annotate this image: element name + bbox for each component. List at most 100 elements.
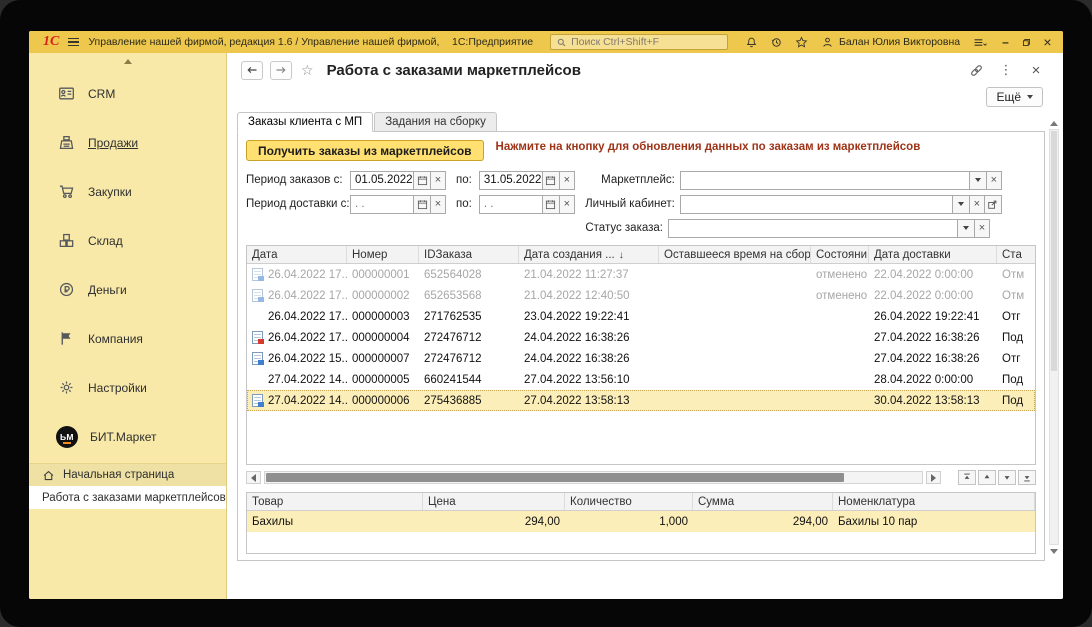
tab-client-orders[interactable]: Заказы клиента с МП [237, 112, 373, 132]
global-search-input[interactable]: Поиск Ctrl+Shift+F [550, 34, 728, 50]
user-name: Балан Юлия Викторовна [839, 36, 960, 48]
clear-icon[interactable] [431, 171, 446, 190]
column-header-order-id[interactable]: IDЗаказа [419, 246, 519, 263]
order-row[interactable]: 27.04.2022 14...00000000566024154427.04.… [247, 369, 1035, 390]
clear-icon[interactable] [431, 195, 446, 214]
minimize-button[interactable] [996, 34, 1015, 51]
dropdown-icon[interactable] [958, 219, 975, 238]
dropdown-icon[interactable] [953, 195, 970, 214]
sidebar-item-marketplace-orders[interactable]: Работа с заказами маркетплейсов [29, 486, 226, 509]
account-input[interactable] [680, 195, 953, 214]
order-row[interactable]: 26.04.2022 17...00000000327176253523.04.… [247, 306, 1035, 327]
clear-icon[interactable] [560, 195, 575, 214]
item-cell-sum: 294,00 [693, 516, 833, 528]
scroll-right-arrow[interactable] [926, 471, 941, 484]
document-icon [252, 331, 263, 344]
column-header-price[interactable]: Цена [423, 493, 565, 510]
calendar-icon[interactable] [543, 195, 560, 214]
horizontal-scrollbar-thumb[interactable] [266, 473, 844, 482]
sidebar-item-crm[interactable]: CRM [29, 69, 226, 118]
forward-button[interactable] [270, 61, 292, 80]
status-input[interactable] [668, 219, 958, 238]
column-header-remaining[interactable]: Оставшееся время на сборку [659, 246, 811, 263]
calendar-icon[interactable] [414, 171, 431, 190]
vertical-scrollbar-track[interactable] [1049, 129, 1059, 545]
vertical-scrollbar-thumb[interactable] [1051, 131, 1057, 371]
sidebar-item-home[interactable]: Начальная страница [29, 463, 226, 486]
marketplace-input[interactable] [680, 171, 970, 190]
column-header-nomenclature[interactable]: Номенклатура [833, 493, 1035, 510]
sidebar-item-money[interactable]: Деньги [29, 265, 226, 314]
order-row[interactable]: 26.04.2022 17...00000000427247671224.04.… [247, 327, 1035, 348]
main-menu-icon[interactable] [66, 35, 81, 50]
sidebar-item-label: Настройки [88, 381, 147, 395]
get-link-icon[interactable] [967, 61, 985, 79]
order-row[interactable]: 26.04.2022 17...00000000165256402821.04.… [247, 264, 1035, 285]
period-delivery-from-input[interactable]: . . [350, 195, 414, 214]
back-button[interactable] [241, 61, 263, 80]
sidebar-item-settings[interactable]: Настройки [29, 363, 226, 412]
history-icon[interactable] [767, 33, 785, 51]
column-header-product[interactable]: Товар [247, 493, 423, 510]
sidebar-collapse-arrow-icon[interactable] [29, 53, 226, 69]
period-orders-from-input[interactable]: 01.05.2022 [350, 171, 414, 190]
restore-button[interactable] [1017, 34, 1036, 51]
column-header-sum[interactable]: Сумма [693, 493, 833, 510]
sidebar-item-bit-market[interactable]: ЬМ БИТ.Маркет [29, 412, 226, 461]
order-row[interactable]: 27.04.2022 14...00000000627543688527.04.… [247, 390, 1035, 411]
order-cell-delivery: 30.04.2022 13:58:13 [869, 395, 997, 407]
item-row[interactable]: Бахилы294,001,000294,00Бахилы 10 пар [247, 511, 1035, 532]
clear-icon[interactable] [970, 195, 985, 214]
marketplace-field [680, 171, 1002, 190]
column-header-state[interactable]: Состояни... [811, 246, 869, 263]
horizontal-scrollbar-track[interactable] [264, 471, 923, 484]
go-to-first-button[interactable] [958, 470, 976, 485]
marketplace-filter: Маркетплейс: [575, 171, 1002, 190]
dropdown-icon[interactable] [970, 171, 987, 190]
period-orders-to-input[interactable]: 31.05.2022 [479, 171, 543, 190]
order-row[interactable]: 26.04.2022 15...00000000727247671224.04.… [247, 348, 1035, 369]
column-header-date[interactable]: Дата [247, 246, 347, 263]
scroll-down-arrow[interactable] [1048, 545, 1060, 557]
calendar-icon[interactable] [414, 195, 431, 214]
service-menu-icon[interactable] [971, 33, 989, 51]
filter-row-delivery-period: Период доставки с: . . по: [246, 193, 1036, 215]
status-filter: Статус заказа: [563, 219, 990, 238]
scroll-left-arrow[interactable] [246, 471, 261, 484]
favorites-star-icon[interactable] [792, 33, 810, 51]
order-cell-date: 26.04.2022 17... [247, 268, 347, 281]
fetch-orders-button[interactable]: Получить заказы из маркетплейсов [246, 140, 484, 161]
order-cell-text: 21.04.2022 12:40:50 [524, 290, 630, 302]
tab-assembly-tasks[interactable]: Задания на сборку [374, 112, 497, 132]
close-form-icon[interactable]: × [1027, 61, 1045, 79]
close-window-button[interactable] [1038, 34, 1057, 51]
sidebar-item-purchases[interactable]: Закупки [29, 167, 226, 216]
period-delivery-to-input[interactable]: . . [479, 195, 543, 214]
move-up-button[interactable] [978, 470, 996, 485]
column-header-quantity[interactable]: Количество [565, 493, 693, 510]
clear-icon[interactable] [975, 219, 990, 238]
user-menu[interactable]: Балан Юлия Викторовна [821, 36, 960, 49]
notifications-bell-icon[interactable] [742, 33, 760, 51]
items-table-header: Товар Цена Количество Сумма Номенклатура [247, 493, 1035, 511]
sidebar-item-warehouse[interactable]: Склад [29, 216, 226, 265]
move-down-button[interactable] [998, 470, 1016, 485]
column-header-status[interactable]: Ста [997, 246, 1035, 263]
clear-icon[interactable] [987, 171, 1002, 190]
clear-icon[interactable] [560, 171, 575, 190]
order-cell-date: 27.04.2022 14... [247, 373, 347, 386]
open-icon[interactable] [985, 195, 1002, 214]
sidebar-item-sales[interactable]: Продажи [29, 118, 226, 167]
sidebar-item-company[interactable]: Компания [29, 314, 226, 363]
calendar-icon[interactable] [543, 171, 560, 190]
column-header-delivery[interactable]: Дата доставки [869, 246, 997, 263]
horizontal-scrollbar-row [246, 470, 1036, 485]
column-header-created[interactable]: Дата создания ... [519, 246, 659, 263]
order-cell-order_id: 271762535 [419, 311, 519, 323]
go-to-last-button[interactable] [1018, 470, 1036, 485]
more-actions-kebab-icon[interactable]: ⋮ [997, 61, 1015, 79]
order-row[interactable]: 26.04.2022 17...00000000265265356821.04.… [247, 285, 1035, 306]
favorite-star-icon[interactable]: ☆ [301, 62, 314, 79]
more-button[interactable]: Ещё [986, 87, 1043, 107]
column-header-number[interactable]: Номер [347, 246, 419, 263]
